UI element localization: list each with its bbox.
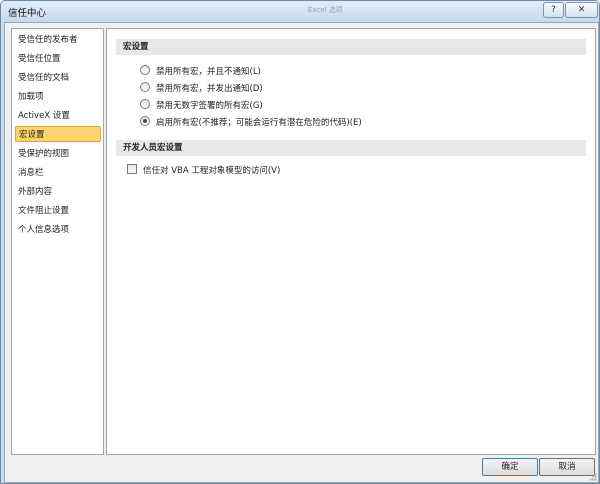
sidebar-item-activex-settings[interactable]: ActiveX 设置 xyxy=(16,108,98,124)
option-label: 禁用无数字签署的所有宏(G) xyxy=(156,101,263,111)
option-disable-without-notification[interactable]: 禁用所有宏，并且不通知(L) xyxy=(140,65,261,79)
title-bar[interactable]: 信任中心 Excel 选项 ? ✕ xyxy=(1,1,599,23)
radio-button-icon[interactable] xyxy=(140,65,150,75)
option-enable-all-macros[interactable]: 启用所有宏(不推荐；可能会运行有潜在危险的代码)(E) xyxy=(140,116,362,130)
background-window-title: Excel 选项 xyxy=(308,6,343,14)
checkbox-icon[interactable] xyxy=(127,164,137,174)
sidebar-item-trusted-documents[interactable]: 受信任的文档 xyxy=(16,70,98,86)
option-label: 启用所有宏(不推荐；可能会运行有潜在危险的代码)(E) xyxy=(156,118,362,128)
close-icon: ✕ xyxy=(577,5,586,15)
sidebar-item-message-bar[interactable]: 消息栏 xyxy=(16,165,98,181)
sidebar-item-file-block-settings[interactable]: 文件阻止设置 xyxy=(16,203,98,219)
help-button[interactable]: ? xyxy=(543,2,564,18)
option-label: 禁用所有宏，并且不通知(L) xyxy=(156,67,261,77)
option-disable-with-notification[interactable]: 禁用所有宏，并发出通知(D) xyxy=(140,82,263,96)
option-trust-vba-access[interactable]: 信任对 VBA 工程对象模型的访问(V) xyxy=(127,164,280,178)
sidebar-item-external-content[interactable]: 外部内容 xyxy=(16,184,98,200)
option-label: 禁用所有宏，并发出通知(D) xyxy=(156,84,263,94)
radio-button-icon[interactable] xyxy=(140,82,150,92)
window-title: 信任中心 xyxy=(8,8,47,19)
settings-panel: 宏设置 禁用所有宏，并且不通知(L) 禁用所有宏，并发出通知(D) 禁用无数字签… xyxy=(106,28,596,455)
developer-settings-header: 开发人员宏设置 xyxy=(116,140,586,156)
sidebar-item-protected-view[interactable]: 受保护的视图 xyxy=(16,146,98,162)
radio-button-icon[interactable] xyxy=(140,99,150,109)
dialog-body: 受信任的发布者 受信任位置 受信任的文档 加载项 ActiveX 设置 宏设置 … xyxy=(4,22,599,483)
macro-settings-header: 宏设置 xyxy=(116,39,586,55)
question-mark-icon: ? xyxy=(551,5,556,15)
sidebar-item-macro-settings[interactable]: 宏设置 xyxy=(15,126,101,142)
sidebar-item-trusted-locations[interactable]: 受信任位置 xyxy=(16,51,98,67)
sidebar-item-trusted-publishers[interactable]: 受信任的发布者 xyxy=(16,32,98,48)
sidebar-item-add-ins[interactable]: 加载项 xyxy=(16,89,98,105)
trust-center-window: 信任中心 Excel 选项 ? ✕ 受信任的发布者 受信任位置 受信任的文档 加… xyxy=(0,0,600,484)
close-button[interactable]: ✕ xyxy=(565,2,598,18)
sidebar-item-privacy-options[interactable]: 个人信息选项 xyxy=(16,222,98,238)
option-label: 信任对 VBA 工程对象模型的访问(V) xyxy=(143,166,281,176)
ok-button[interactable]: 确定 xyxy=(482,458,538,476)
radio-button-checked-icon[interactable] xyxy=(140,116,150,126)
option-disable-unsigned[interactable]: 禁用无数字签署的所有宏(G) xyxy=(140,99,263,113)
sidebar: 受信任的发布者 受信任位置 受信任的文档 加载项 ActiveX 设置 宏设置 … xyxy=(11,28,104,455)
cancel-button[interactable]: 取消 xyxy=(539,458,595,476)
